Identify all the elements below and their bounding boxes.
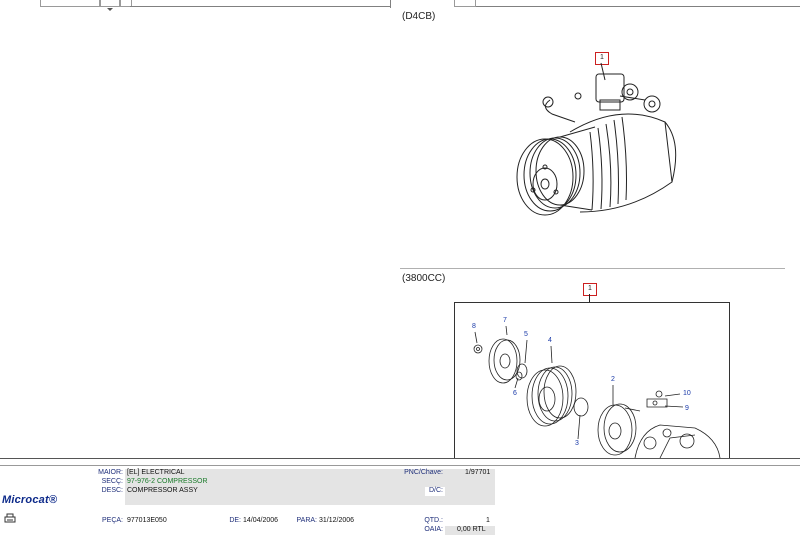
info-panel-separator [0, 458, 800, 466]
callout-box[interactable]: 1 [583, 283, 597, 296]
maior-label: MAIOR: [98, 469, 123, 476]
panel-divider [390, 0, 391, 8]
desc-value[interactable]: COMPRESSOR ASSY [127, 487, 198, 494]
desc-label: DESC: [101, 487, 123, 494]
para-value[interactable]: 31/12/2006 [319, 517, 354, 524]
secc-label: SECÇ: [101, 478, 123, 485]
qtd-label: QTD.: [424, 517, 443, 524]
dropdown-arrow-icon [107, 8, 113, 11]
para-label: PARA: [296, 517, 318, 524]
de-label: DE: [229, 517, 241, 524]
dc-label: D/C: [429, 487, 443, 494]
printer-icon[interactable] [4, 513, 16, 524]
peca-value[interactable]: 977013E050 [127, 517, 167, 524]
dropdown-button[interactable] [100, 0, 120, 11]
diagram-header-3800cc: (3800CC) [402, 273, 446, 284]
maior-value[interactable]: [EL] ELECTRICAL [127, 469, 185, 476]
oaia-label: OAIA: [424, 526, 443, 533]
peca-label: PEÇA: [101, 517, 123, 524]
oaia-value[interactable]: 0,00 RTL [457, 526, 486, 533]
compressor-illustration[interactable] [500, 62, 690, 232]
section-divider [400, 268, 785, 269]
row-background [125, 496, 495, 505]
top-toolbar-strip [0, 0, 800, 11]
toolbar-field[interactable] [454, 0, 476, 7]
pnc-label: PNC/Chave: [404, 469, 443, 476]
row-background [125, 508, 495, 517]
diagram-header-d4cb: (D4CB) [402, 11, 436, 22]
qtd-value[interactable]: 1 [486, 517, 490, 524]
microcat-logo: Microcat® [2, 494, 58, 506]
de-value[interactable]: 14/04/2006 [243, 517, 278, 524]
secc-value[interactable]: 97-976-2 COMPRESSOR [127, 478, 208, 485]
toolbar-divider [476, 6, 800, 7]
row-background [445, 487, 495, 496]
pnc-value[interactable]: 1/97701 [465, 469, 490, 476]
callout-leader [589, 294, 590, 302]
toolbar-divider [130, 6, 390, 7]
exploded-compressor-illustration[interactable] [455, 303, 727, 458]
toolbar-field[interactable] [40, 0, 100, 7]
